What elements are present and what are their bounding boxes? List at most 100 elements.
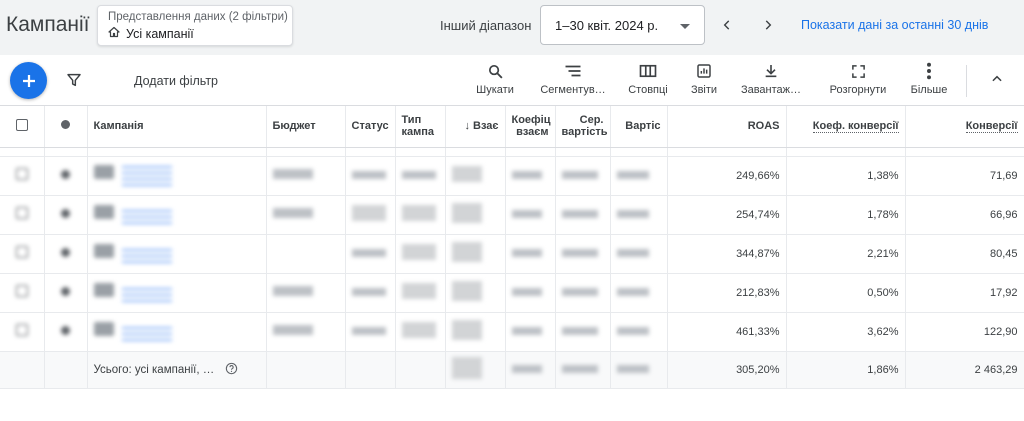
table-row[interactable]: 461,33% 3,62% 122,90	[0, 312, 1024, 352]
segment-tool-button[interactable]: Сегментув…	[537, 61, 609, 101]
cost-cell-redacted	[610, 312, 668, 352]
date-range-select[interactable]: 1–30 квіт. 2024 р.	[540, 5, 705, 45]
campaign-cell[interactable]	[87, 312, 267, 352]
interaction-rate-cell-redacted	[505, 195, 556, 235]
redacted-value	[351, 326, 386, 335]
roas-cell: 249,66%	[667, 156, 787, 196]
row-status-dot-cell	[44, 273, 88, 313]
redacted-value	[616, 364, 649, 373]
filter-button[interactable]	[66, 72, 82, 91]
campaign-name-link-redacted[interactable]	[121, 248, 172, 263]
campaign-cell[interactable]	[87, 273, 267, 313]
reports-tool-button[interactable]: Звіти	[686, 61, 722, 101]
column-header-campaign-type[interactable]: Тип кампа	[395, 106, 446, 148]
chevron-up-icon	[992, 75, 1002, 82]
column-header-avg-cost[interactable]: Сер. вартість	[555, 106, 611, 148]
select-all-checkbox[interactable]	[15, 118, 28, 131]
collapse-toolbar-button[interactable]	[990, 72, 1004, 89]
row-checkbox[interactable]	[15, 285, 28, 297]
redacted-value	[272, 325, 313, 335]
data-view-value: Усі кампанії	[126, 26, 194, 41]
row-checkbox[interactable]	[15, 207, 28, 219]
redacted-value	[511, 287, 542, 296]
column-header-interactions[interactable]: ↓ Взає	[445, 106, 506, 148]
column-header-status[interactable]: Статус	[345, 106, 396, 148]
more-tool-button[interactable]: Більше	[906, 61, 952, 101]
campaign-cell[interactable]	[87, 195, 267, 235]
interaction-rate-cell-redacted	[505, 234, 556, 274]
conversions-cell: 122,90	[905, 312, 1024, 352]
row-checkbox-cell	[0, 312, 45, 352]
campaign-name-link-redacted[interactable]	[121, 287, 172, 302]
redacted-value	[561, 209, 598, 218]
total-roas-cell: 305,20%	[667, 350, 787, 389]
expand-tool-label: Розгорнути	[829, 84, 887, 96]
redacted-value	[561, 287, 598, 296]
previous-period-button[interactable]	[717, 15, 737, 35]
redacted-value	[616, 170, 649, 179]
column-header-conversions[interactable]: Конверсії	[905, 106, 1024, 148]
campaign-cell[interactable]	[87, 156, 267, 196]
row-status-dot-cell	[44, 312, 88, 352]
row-checkbox-cell	[0, 273, 45, 313]
toolbar-divider	[966, 65, 967, 97]
page-title: Кампанії	[6, 13, 90, 36]
redacted-value	[351, 287, 386, 296]
redacted-value	[616, 248, 649, 257]
avg-cost-cell-redacted	[555, 195, 611, 235]
cost-cell-redacted	[610, 195, 668, 235]
download-tool-label: Завантаж…	[740, 84, 802, 96]
interaction-rate-cell-redacted	[505, 273, 556, 313]
interactions-cell-redacted	[445, 156, 506, 196]
type-cell-redacted	[395, 195, 446, 235]
column-header-roas[interactable]: ROAS	[667, 106, 787, 148]
table-row[interactable]: 344,87% 2,21% 80,45	[0, 234, 1024, 274]
next-period-button[interactable]	[758, 15, 778, 35]
table-row[interactable]: 254,74% 1,78% 66,96	[0, 195, 1024, 235]
segment-icon	[564, 61, 582, 81]
redacted-value	[451, 320, 482, 340]
row-checkbox[interactable]	[15, 246, 28, 258]
table-toolbar: Додати фільтр Шукати Сегментув… Стовпці …	[0, 55, 1024, 106]
redacted-value	[511, 364, 542, 373]
home-icon	[108, 26, 120, 41]
columns-tool-button[interactable]: Стовпці	[625, 61, 671, 101]
redacted-value	[401, 322, 436, 338]
column-header-interaction-rate[interactable]: Коефіц взаєм	[505, 106, 556, 148]
redacted-value	[451, 281, 482, 301]
campaign-name-link-redacted[interactable]	[121, 209, 172, 224]
download-tool-button[interactable]: Завантаж…	[736, 61, 806, 101]
help-icon[interactable]	[225, 362, 238, 378]
type-cell-redacted	[395, 156, 446, 196]
redacted-value	[616, 209, 649, 218]
conv-rate-cell: 2,21%	[786, 234, 906, 274]
campaign-cell[interactable]	[87, 234, 267, 274]
redacted-value	[401, 283, 436, 299]
row-status-dot-cell	[44, 156, 88, 196]
add-filter-link[interactable]: Додати фільтр	[134, 74, 218, 88]
expand-tool-button[interactable]: Розгорнути	[826, 61, 890, 101]
show-last-30-days-link[interactable]: Показати дані за останні 30 днів	[801, 18, 988, 32]
search-tool-button[interactable]: Шукати	[472, 61, 518, 101]
interaction-rate-cell-redacted	[505, 312, 556, 352]
column-header-budget[interactable]: Бюджет	[266, 106, 346, 148]
more-tool-label: Більше	[910, 84, 948, 96]
row-checkbox-cell	[0, 234, 45, 274]
redacted-value	[272, 286, 313, 296]
campaign-name-link-redacted[interactable]	[121, 166, 172, 187]
status-dot-icon	[61, 120, 70, 130]
redacted-value	[351, 248, 386, 257]
row-checkbox[interactable]	[15, 168, 28, 180]
campaign-name-link-redacted[interactable]	[121, 326, 172, 341]
column-header-campaign[interactable]: Кампанія	[87, 106, 267, 148]
row-checkbox[interactable]	[15, 324, 28, 336]
table-row[interactable]: 212,83% 0,50% 17,92	[0, 273, 1024, 313]
column-header-cost[interactable]: Вартіс	[610, 106, 668, 148]
create-campaign-button[interactable]	[10, 62, 47, 99]
redacted-value	[401, 170, 436, 179]
column-header-conv-rate[interactable]: Коеф. конверсії	[786, 106, 906, 148]
data-view-selector[interactable]: Представлення даних (2 фільтри) Усі камп…	[97, 5, 293, 46]
roas-cell: 461,33%	[667, 312, 787, 352]
column-header-conversions-label: Конверсії	[965, 120, 1018, 134]
table-row[interactable]: 249,66% 1,38% 71,69	[0, 156, 1024, 196]
